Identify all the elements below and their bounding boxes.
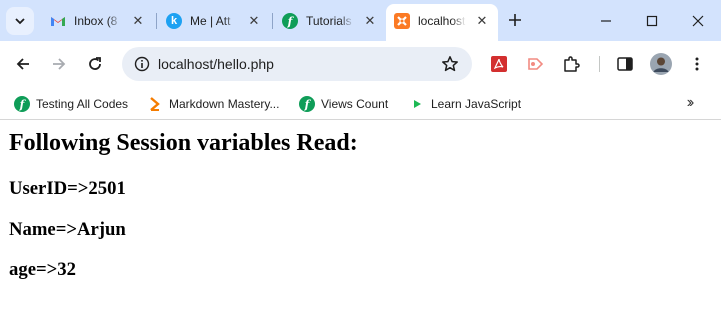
bookmark-star-icon[interactable] [438,52,462,76]
toolbar-divider [599,56,600,72]
site-info-icon[interactable] [130,52,154,76]
extension-button[interactable] [521,50,549,78]
menu-button[interactable] [683,50,711,78]
arrow-left-icon [16,58,29,70]
bookmark-label: Testing All Codes [36,97,129,111]
side-panel-icon [617,57,633,71]
tab-search-button[interactable] [6,7,34,35]
tutorials-icon: f [14,96,30,112]
browser-toolbar: localhost/hello.php [0,41,721,87]
avatar-icon [650,53,672,75]
reload-button[interactable] [81,50,109,78]
bookmark-learn-javascript[interactable]: Learn JavaScript [403,91,527,117]
bookmarks-bar: f Testing All Codes Markdown Mastery... … [0,87,721,120]
close-icon [692,15,704,26]
session-name: Name=>Arjun [9,219,126,240]
bookmark-label: Markdown Mastery... [169,97,280,111]
bookmark-label: Learn JavaScript [431,97,522,111]
tab-strip: Inbox (8 ✕ k Me | Att ✕ f Tutorials ✕ lo… [0,0,721,41]
close-icon[interactable]: ✕ [362,13,378,29]
tab-localhost[interactable]: localhost ✕ [386,4,498,41]
bookmark-markdown-mastery[interactable]: Markdown Mastery... [141,91,285,117]
tab-title: Inbox (8 [74,14,118,28]
puzzle-icon [564,56,580,72]
close-icon[interactable]: ✕ [130,13,146,29]
chevron-bookmark-icon [147,96,163,112]
record-extension-icon [528,58,544,70]
page-content: Following Session variables Read: UserID… [0,121,721,318]
new-tab-button[interactable] [504,9,526,31]
bookmark-label: Views Count [321,97,389,111]
profile-avatar[interactable] [647,50,675,78]
session-age: age=>32 [9,259,76,280]
close-icon[interactable]: ✕ [246,13,262,29]
side-panel-button[interactable] [611,50,639,78]
back-button[interactable] [9,50,37,78]
pdf-extension-button[interactable] [485,50,513,78]
tab-title: localhost [418,14,466,28]
tab-separator [156,13,157,29]
xampp-icon [394,13,410,29]
forward-button[interactable] [45,50,73,78]
tab-title: Me | Att [190,14,231,28]
chevron-double-right-icon[interactable]: ›› [679,93,699,113]
minimize-button[interactable] [583,0,629,41]
plus-icon [509,14,521,26]
extensions-button[interactable] [557,50,585,78]
tutorials-icon: f [299,96,315,112]
maximize-icon [646,15,658,26]
bookmark-testing-all-codes[interactable]: f Testing All Codes [8,91,134,117]
close-icon[interactable]: ✕ [474,13,490,29]
pdf-icon [491,56,507,72]
tab-tutorials[interactable]: f Tutorials ✕ [274,7,386,35]
tutorials-icon: f [282,13,298,29]
tab-title: Tutorials [306,14,352,28]
tab-inbox[interactable]: Inbox (8 ✕ [42,7,154,35]
minimize-icon [601,19,611,22]
gmail-icon [50,13,66,29]
url-text[interactable]: localhost/hello.php [158,47,274,81]
page-heading: Following Session variables Read: [9,130,358,156]
tab-separator [272,13,273,29]
reload-icon [89,57,101,70]
arrow-right-icon [53,58,66,70]
play-icon [409,96,425,112]
k-icon: k [166,13,182,29]
tab-me-att[interactable]: k Me | Att ✕ [158,7,270,35]
more-vertical-icon [695,57,699,71]
bookmark-views-count[interactable]: f Views Count [293,91,394,117]
address-bar[interactable]: localhost/hello.php [122,47,472,81]
maximize-button[interactable] [629,0,675,41]
session-userid: UserID=>2501 [9,178,126,199]
chevron-down-icon [15,18,25,25]
window-close-button[interactable] [675,0,721,41]
